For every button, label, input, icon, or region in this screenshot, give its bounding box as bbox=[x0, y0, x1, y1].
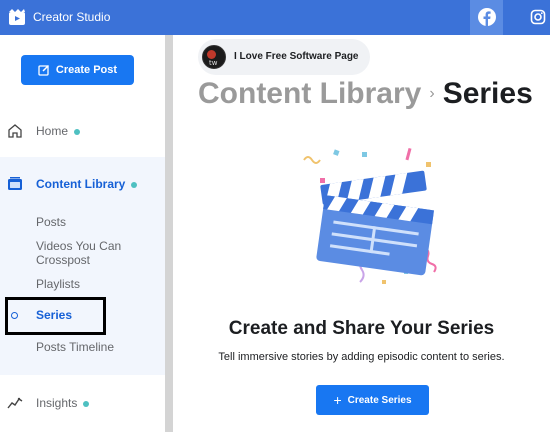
create-series-button[interactable]: + Create Series bbox=[316, 385, 429, 415]
empty-state-description: Tell immersive stories by adding episodi… bbox=[218, 351, 505, 363]
home-icon bbox=[8, 124, 22, 138]
sidebar-item-label: Insights bbox=[36, 396, 78, 410]
breadcrumb: Content Library › Series bbox=[198, 77, 533, 111]
sidebar-item-insights[interactable]: Insights bbox=[0, 395, 165, 411]
sidebar-subitem-playlists[interactable]: Playlists bbox=[36, 277, 80, 291]
sidebar-subitem-posts-timeline[interactable]: Posts Timeline bbox=[36, 340, 114, 354]
edit-icon bbox=[38, 64, 49, 76]
status-dot bbox=[131, 181, 138, 188]
sidebar-scrollbar[interactable] bbox=[165, 35, 173, 432]
clapperboard-illustration-icon bbox=[303, 147, 437, 284]
create-series-label: Create Series bbox=[347, 394, 412, 406]
status-dot bbox=[74, 128, 81, 135]
content-library-icon bbox=[8, 177, 22, 190]
facebook-icon[interactable] bbox=[477, 7, 497, 27]
top-bar: Creator Studio bbox=[0, 0, 550, 35]
app-title: Creator Studio bbox=[33, 10, 111, 24]
sidebar-item-content-library[interactable]: Content Library bbox=[0, 176, 165, 192]
page-title: Series bbox=[442, 77, 533, 110]
plus-icon: + bbox=[333, 392, 342, 408]
insights-icon bbox=[7, 397, 23, 409]
create-post-button[interactable]: Create Post bbox=[21, 55, 134, 85]
page-avatar: tw bbox=[202, 45, 226, 69]
instagram-icon[interactable] bbox=[530, 9, 546, 25]
sidebar-item-home[interactable]: Home bbox=[0, 123, 165, 139]
sidebar-subitem-posts[interactable]: Posts bbox=[36, 215, 66, 229]
chevron-right-icon: › bbox=[429, 85, 435, 102]
highlight-box bbox=[5, 297, 106, 335]
create-post-label: Create Post bbox=[55, 64, 118, 76]
breadcrumb-parent[interactable]: Content Library bbox=[198, 77, 421, 111]
page-name: I Love Free Software Page bbox=[234, 51, 359, 62]
sidebar-item-label: Home bbox=[36, 124, 69, 138]
empty-state-title: Create and Share Your Series bbox=[228, 318, 495, 339]
sidebar-item-label: Content Library bbox=[36, 177, 126, 191]
sidebar-subitem-videos-crosspost[interactable]: Videos You Can Crosspost bbox=[36, 239, 136, 267]
creator-studio-logo-icon bbox=[9, 9, 25, 25]
status-dot bbox=[83, 400, 90, 407]
